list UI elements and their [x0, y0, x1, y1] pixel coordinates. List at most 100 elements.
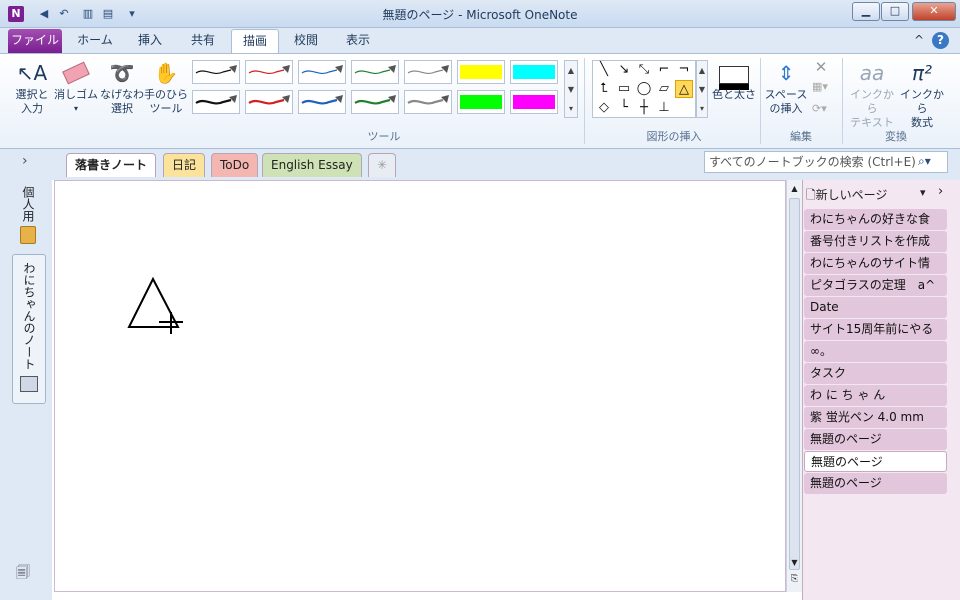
ink-to-text-label: インクから テキスト [850, 88, 894, 129]
insert-space-label: スペース の挿入 [764, 88, 808, 115]
lasso-icon: ➰ [109, 61, 135, 85]
page-canvas[interactable] [54, 180, 786, 592]
arrange-icon[interactable]: ▦▾ [812, 80, 832, 98]
diamond-shape[interactable]: ◇ [595, 99, 613, 117]
eraser-button[interactable]: 消しゴム ▾ [54, 58, 98, 116]
graph-2d-shape[interactable]: └ [615, 99, 633, 117]
select-and-type-button[interactable]: ↖A 選択と 入力 [12, 58, 52, 116]
ink-to-math-button[interactable]: π² インクから 数式 [898, 58, 946, 130]
pen-swatch[interactable] [404, 90, 452, 114]
highlighter-swatch[interactable] [510, 60, 558, 84]
rectangle-shape[interactable]: ▭ [615, 80, 633, 98]
section-tab-diary[interactable]: 日記 [163, 153, 206, 177]
axis-shape[interactable]: ⌐ [655, 61, 673, 79]
crosshair-cursor-icon [159, 312, 183, 334]
tools-group-label: ツール [367, 130, 401, 143]
new-page-button[interactable]: 🗋新しいページ [806, 186, 926, 207]
notebook-personal[interactable]: 個人用 [20, 186, 37, 222]
page-tab[interactable]: わにちゃんの好きな食 [804, 209, 947, 230]
collapse-ribbon-button[interactable]: ^ [910, 29, 928, 53]
notebook-icon [20, 226, 36, 244]
page-tab[interactable]: ピタゴラスの定理 a^ [804, 275, 947, 296]
tab-review[interactable]: 校閲 [284, 29, 328, 53]
help-icon[interactable]: ? [932, 32, 949, 49]
double-arrow-shape[interactable]: ⤡ [635, 61, 653, 79]
maximize-button[interactable]: □ [881, 2, 909, 21]
expand-nav-icon[interactable]: › [22, 153, 28, 169]
highlighter-swatch[interactable] [457, 60, 505, 84]
pen-swatch[interactable] [298, 60, 346, 84]
page-tab[interactable]: タスク [804, 363, 947, 384]
tab-draw[interactable]: 描画 [231, 29, 279, 53]
new-page-icon: 🗋 [806, 188, 816, 202]
highlighter-swatch[interactable] [457, 90, 505, 114]
line-shape[interactable]: ╲ [595, 61, 613, 79]
insert-space-icon: ⇕ [777, 61, 795, 85]
pen-swatch[interactable] [192, 90, 240, 114]
tab-home[interactable]: ホーム [70, 29, 120, 53]
pen-swatch[interactable] [351, 90, 399, 114]
lasso-select-button[interactable]: ➰ なげなわ 選択 [100, 58, 144, 116]
pen-swatch[interactable] [245, 60, 293, 84]
graph-3d-shape[interactable]: ⊥ [655, 99, 673, 117]
eraser-label: 消しゴム [54, 88, 98, 101]
vertical-scrollbar[interactable]: ▲ ▼ ⎘ [786, 180, 802, 592]
pen-swatch[interactable] [245, 90, 293, 114]
ellipse-shape[interactable]: ◯ [635, 80, 653, 98]
new-page-dropdown-icon[interactable]: ▾ [920, 186, 926, 199]
shape-gallery-scroll[interactable]: ▲ ▼ ▾ [696, 60, 708, 118]
ink-to-text-icon: aa [859, 61, 885, 85]
unfiled-notes-icon[interactable]: 🗐 [16, 562, 38, 581]
axis-arrow-shape[interactable]: ¬ [675, 61, 693, 79]
tab-share[interactable]: 共有 [180, 29, 226, 53]
section-tab-english-essay[interactable]: English Essay [262, 153, 362, 177]
scroll-up-icon[interactable]: ▲ [789, 184, 800, 196]
corner-arrow-shape[interactable]: ⮤ [595, 80, 613, 98]
minimize-button[interactable]: ▁ [852, 2, 880, 21]
page-tab[interactable]: 無題のページ [804, 451, 947, 472]
page-tab[interactable]: 紫 蛍光ペン 4.0 mm [804, 407, 947, 428]
collapse-pages-icon[interactable]: › [938, 184, 943, 199]
tab-file[interactable]: ファイル [8, 29, 62, 53]
color-and-width-button[interactable]: 色と太さ [710, 58, 758, 102]
page-tab[interactable]: わにちゃんのサイト情 [804, 253, 947, 274]
search-input[interactable]: すべてのノートブックの検索 (Ctrl+E) [704, 151, 948, 173]
page-tab[interactable]: Date [804, 297, 947, 318]
page-tab[interactable]: 番号付きリストを作成 [804, 231, 947, 252]
ribbon-separator [584, 58, 585, 144]
pen-gallery-scroll[interactable]: ▲ ▼ ▾ [564, 60, 578, 118]
search-icon[interactable]: ⌕▾ [918, 154, 931, 169]
tab-view[interactable]: 表示 [336, 29, 380, 53]
ink-to-text-button[interactable]: aa インクから テキスト [846, 58, 898, 130]
pen-swatch[interactable] [192, 60, 240, 84]
section-tab-todo[interactable]: ToDo [211, 153, 259, 177]
section-tab-scribble[interactable]: 落書きノート [66, 153, 157, 177]
rotate-icon[interactable]: ⟳▾ [812, 102, 832, 120]
pen-swatch[interactable] [351, 60, 399, 84]
pen-swatch[interactable] [298, 90, 346, 114]
ink-to-math-label: インクから 数式 [900, 88, 944, 129]
close-button[interactable]: ✕ [912, 2, 956, 21]
window-title: 無題のページ - Microsoft OneNote [382, 8, 578, 22]
page-tab[interactable]: サイト15周年前にやる [804, 319, 947, 340]
highlighter-swatch[interactable] [510, 90, 558, 114]
page-size-icon[interactable]: ⎘ [789, 574, 800, 586]
arrow-shape[interactable]: ↘ [615, 61, 633, 79]
delete-icon[interactable]: ✕ [812, 58, 830, 76]
scroll-down-icon[interactable]: ▼ [789, 558, 800, 570]
page-tab[interactable]: ∞。 [804, 341, 947, 362]
scrollbar-thumb[interactable] [789, 198, 800, 570]
graph-4q-shape[interactable]: ┼ [635, 99, 653, 117]
hand-tool-button[interactable]: ✋ 手のひら ツール [144, 58, 188, 116]
insert-space-button[interactable]: ⇕ スペース の挿入 [764, 58, 808, 116]
pen-gallery [192, 60, 576, 118]
tab-insert[interactable]: 挿入 [128, 29, 172, 53]
parallelogram-shape[interactable]: ▱ [655, 80, 673, 98]
triangle-shape[interactable]: △ [675, 80, 693, 98]
shapes-group-label: 図形の挿入 [646, 130, 702, 143]
page-tab[interactable]: 無題のページ [804, 429, 947, 450]
page-tab[interactable]: わ に ち ゃ ん [804, 385, 947, 406]
page-tab[interactable]: 無題のページ [804, 473, 947, 494]
new-section-tab[interactable]: ✳ [368, 153, 397, 177]
pen-swatch[interactable] [404, 60, 452, 84]
